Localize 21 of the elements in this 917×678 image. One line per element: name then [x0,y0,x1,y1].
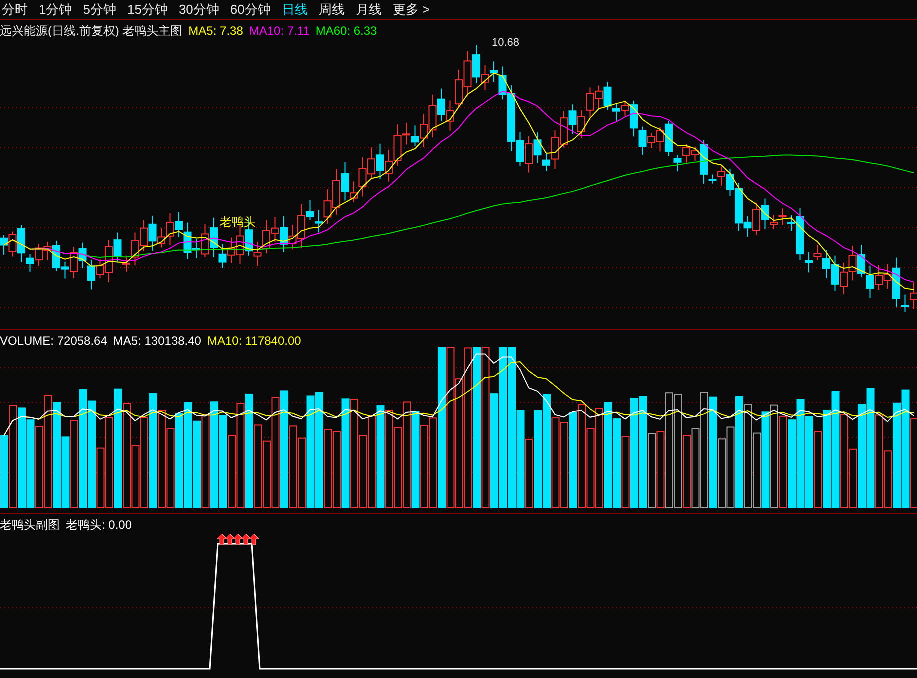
period-tab[interactable]: 分时 [2,3,28,16]
period-tab[interactable]: 更多 > [392,3,430,16]
legend-value: VOLUME: 72058.64 [0,333,108,350]
period-tab[interactable]: 5分钟 [83,3,116,16]
period-tab[interactable]: 1分钟 [39,3,72,16]
chart-title: 远兴能源(日线.前复权) 老鸭头主图 [0,23,183,40]
period-tab[interactable]: 15分钟 [127,3,168,16]
high-price-label: 10.68 [492,38,520,49]
up-arrows-icon [216,534,260,546]
legend-value: MA10: 7.11 [249,23,310,40]
period-tab[interactable]: 周线 [318,3,345,16]
legend-value: MA5: 130138.40 [113,333,202,350]
indicator-value: 老鸭头: 0.00 [66,517,132,534]
period-tab[interactable]: 60分钟 [230,3,271,16]
period-tab[interactable]: 30分钟 [178,3,220,16]
legend-value: MA10: 117840.00 [207,333,302,350]
legend-value: MA60: 6.33 [316,23,378,40]
period-tab[interactable]: 日线 [282,3,308,16]
period-tab[interactable]: 月线 [356,3,382,16]
chart-title: 老鸭头副图 [0,517,60,534]
legend-value: MA5: 7.38 [188,23,244,40]
